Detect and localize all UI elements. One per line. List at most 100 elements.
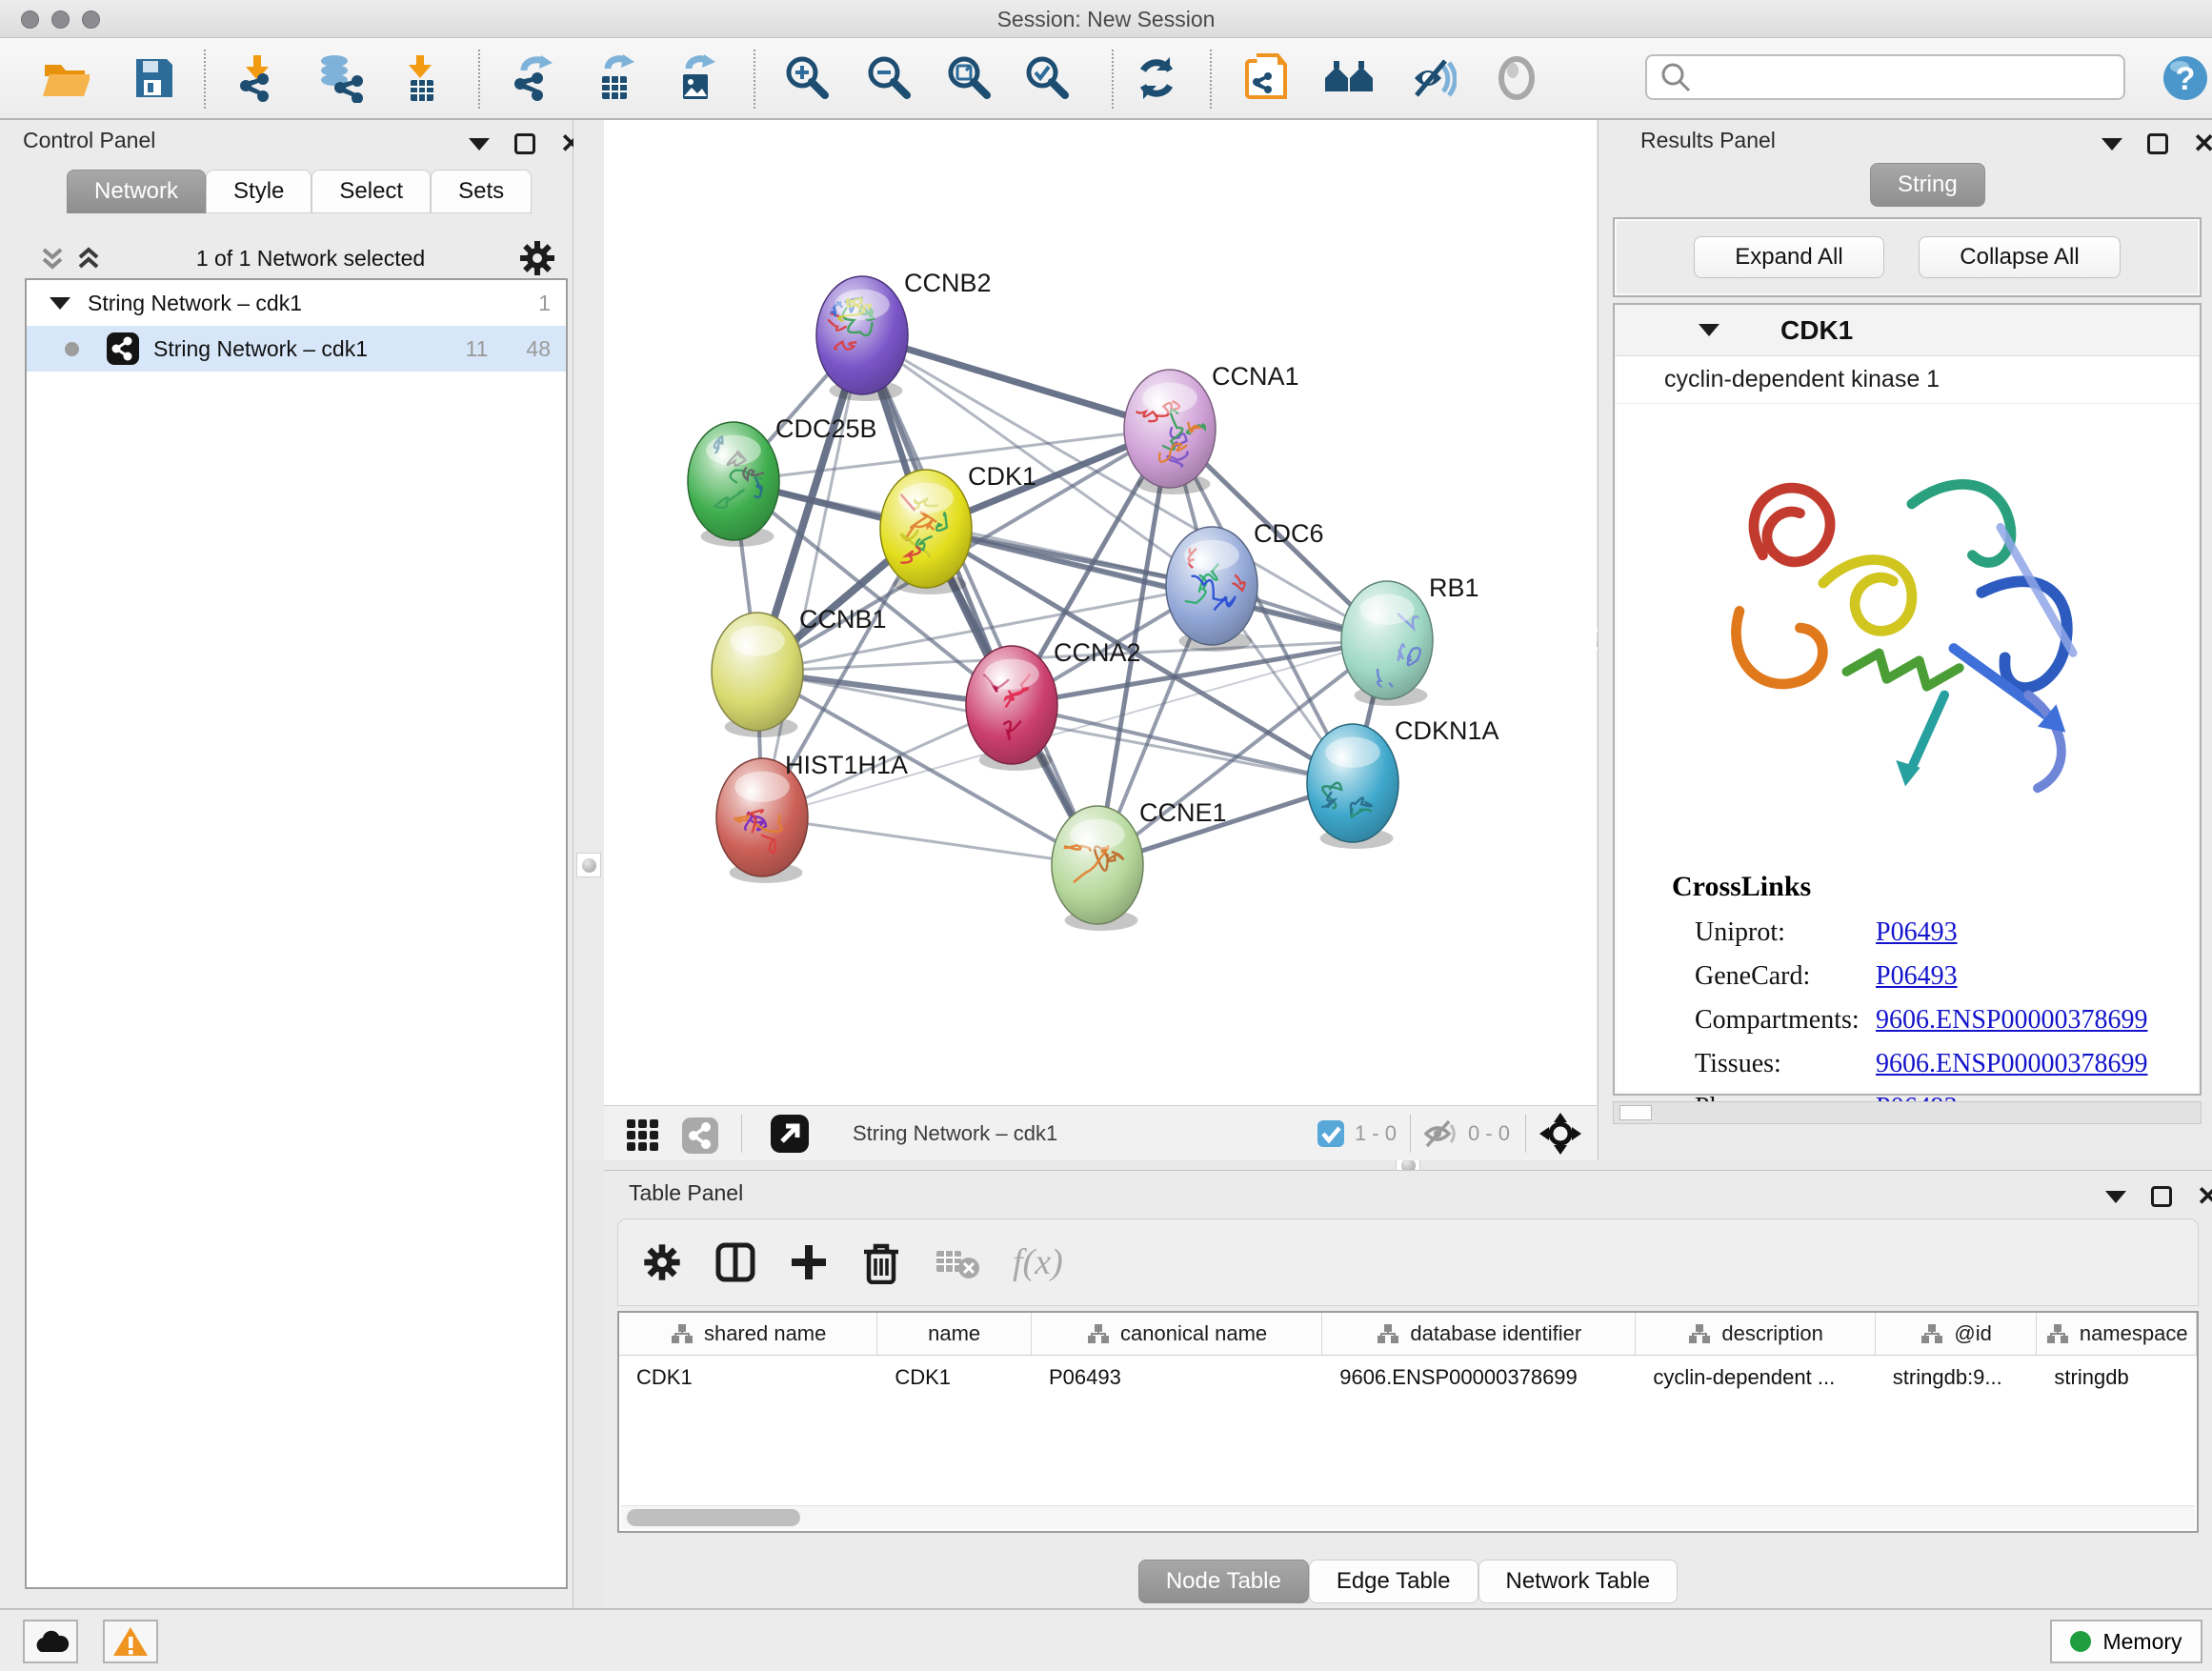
show-columns-icon[interactable] <box>714 1240 757 1284</box>
collapse-all-chevron-icon[interactable] <box>38 242 67 274</box>
node-result-header[interactable]: CDK1 <box>1615 305 2200 356</box>
network-node-CCNB2[interactable] <box>816 276 908 401</box>
gear-icon[interactable] <box>518 239 556 277</box>
function-builder-icon[interactable]: f(x) <box>1013 1241 1063 1283</box>
panel-menu-icon[interactable] <box>469 138 490 151</box>
network-collection-row[interactable]: String Network – cdk1 1 <box>27 280 566 326</box>
network-edge <box>862 335 1097 865</box>
memory-button[interactable]: Memory <box>2050 1620 2202 1663</box>
collapse-section-icon[interactable] <box>1699 324 1719 336</box>
table-cell[interactable]: stringdb:9... <box>1876 1356 2038 1399</box>
export-image-icon[interactable] <box>669 50 724 106</box>
import-network-file-icon[interactable] <box>231 50 287 106</box>
tab-node-table[interactable]: Node Table <box>1138 1560 1309 1603</box>
panel-float-icon[interactable] <box>2151 1186 2172 1207</box>
tree-expand-icon[interactable] <box>50 297 70 310</box>
zoom-selected-icon[interactable] <box>1020 50 1076 106</box>
network-canvas[interactable]: CCNB2CCNA1CDC25BCDK1CDC6RB1CCNB1CCNA2CDK… <box>604 120 1597 1105</box>
column-header-canonical-name[interactable]: canonical name <box>1032 1313 1322 1355</box>
column-header-description[interactable]: description <box>1636 1313 1875 1355</box>
network-node-CDKN1A[interactable] <box>1307 724 1398 849</box>
crosslink-link[interactable]: P06493 <box>1876 917 1958 948</box>
panel-float-icon[interactable] <box>2147 133 2168 154</box>
expand-all-chevron-icon[interactable] <box>74 242 103 274</box>
cloud-button[interactable] <box>23 1620 78 1663</box>
table-row[interactable]: CDK1CDK1P064939606.ENSP00000378699cyclin… <box>619 1356 2197 1399</box>
table-cell[interactable]: cyclin-dependent ... <box>1636 1356 1875 1399</box>
network-node-CDC25B[interactable] <box>688 422 779 547</box>
hidden-eye-icon[interactable] <box>1422 1117 1460 1150</box>
network-node-RB1[interactable] <box>1341 581 1433 706</box>
tab-edge-table[interactable]: Edge Table <box>1309 1560 1478 1603</box>
column-header-shared-name[interactable]: shared name <box>619 1313 877 1355</box>
table-cell[interactable]: 9606.ENSP00000378699 <box>1322 1356 1636 1399</box>
panel-close-icon[interactable]: ✕ <box>2197 1186 2212 1207</box>
refresh-icon[interactable] <box>1129 50 1184 106</box>
zoom-in-icon[interactable] <box>780 50 835 106</box>
table-cell[interactable]: P06493 <box>1032 1356 1322 1399</box>
home-icon[interactable] <box>1322 50 1377 106</box>
tab-style[interactable]: Style <box>206 170 312 213</box>
window-title: Session: New Session <box>0 0 2212 38</box>
search-input[interactable] <box>1645 54 2125 100</box>
grid-view-icon[interactable] <box>623 1114 663 1154</box>
table-gear-icon[interactable] <box>641 1241 683 1283</box>
tab-network[interactable]: Network <box>67 170 206 213</box>
save-session-icon[interactable] <box>126 50 181 106</box>
tab-select[interactable]: Select <box>312 170 431 213</box>
open-session-icon[interactable] <box>37 50 92 106</box>
left-splitter[interactable] <box>573 120 604 1160</box>
column-header-database-identifier[interactable]: database identifier <box>1322 1313 1636 1355</box>
table-cell[interactable]: stringdb <box>2037 1356 2197 1399</box>
zoom-out-icon[interactable] <box>862 50 917 106</box>
delete-table-icon[interactable] <box>935 1243 980 1281</box>
export-network-icon[interactable] <box>506 50 561 106</box>
panel-menu-icon[interactable] <box>2105 1191 2126 1203</box>
svg-text:?: ? <box>2176 61 2196 97</box>
tab-string[interactable]: String <box>1870 163 1985 207</box>
toolbar-separator <box>754 50 755 109</box>
panel-close-icon[interactable]: ✕ <box>2193 133 2212 154</box>
share-document-icon[interactable] <box>1240 50 1296 106</box>
detach-view-icon[interactable] <box>769 1113 811 1155</box>
selected-checkbox-icon[interactable] <box>1317 1119 1345 1148</box>
column-header-namespace[interactable]: namespace <box>2037 1313 2197 1355</box>
crosslink-link[interactable]: P06493 <box>1876 961 1958 992</box>
left-splitter-handle[interactable] <box>576 853 601 877</box>
import-network-database-icon[interactable] <box>312 50 368 106</box>
tab-network-table[interactable]: Network Table <box>1478 1560 1679 1603</box>
zoom-fit-icon[interactable] <box>942 50 997 106</box>
add-column-icon[interactable] <box>788 1241 830 1283</box>
import-table-icon[interactable] <box>394 50 450 106</box>
help-icon[interactable]: ? <box>2158 50 2212 106</box>
show-hide-graphics-icon[interactable] <box>1404 50 1459 106</box>
column-header--id[interactable]: @id <box>1876 1313 2038 1355</box>
tab-sets[interactable]: Sets <box>431 170 532 213</box>
panel-float-icon[interactable] <box>514 133 535 154</box>
network-node-CCNB1[interactable] <box>712 613 803 737</box>
crosslink-link[interactable]: 9606.ENSP00000378699 <box>1876 1049 2147 1079</box>
collapse-all-button[interactable]: Collapse All <box>1919 236 2121 278</box>
column-header-name[interactable]: name <box>877 1313 1032 1355</box>
network-node-CCNA1[interactable] <box>1124 370 1216 494</box>
network-node-CCNA2[interactable] <box>966 646 1057 771</box>
crosslinks-heading: CrossLinks <box>1672 871 2200 903</box>
table-cell[interactable]: CDK1 <box>877 1356 1032 1399</box>
crosslink-link[interactable]: 9606.ENSP00000378699 <box>1876 1005 2147 1036</box>
delete-column-icon[interactable] <box>860 1240 902 1284</box>
results-hscrollbar[interactable] <box>1613 1101 2202 1124</box>
network-row[interactable]: String Network – cdk1 11 48 <box>27 326 566 372</box>
birds-eye-toggle-icon[interactable] <box>1538 1111 1583 1157</box>
network-node-CCNE1[interactable] <box>1052 806 1143 931</box>
table-hscrollbar[interactable] <box>621 1505 2195 1529</box>
export-table-icon[interactable] <box>588 50 643 106</box>
table-cell[interactable]: CDK1 <box>619 1356 877 1399</box>
results-hscroll-thumb[interactable] <box>1619 1105 1652 1120</box>
table-hscroll-thumb[interactable] <box>627 1509 800 1526</box>
results-panel: Results Panel ✕ String Expand All Collap… <box>1598 120 2212 1160</box>
panel-menu-icon[interactable] <box>2101 138 2122 151</box>
eye-icon[interactable] <box>1489 50 1544 106</box>
expand-all-button[interactable]: Expand All <box>1694 236 1884 278</box>
share-view-icon[interactable] <box>680 1114 720 1154</box>
warning-button[interactable] <box>103 1620 158 1663</box>
